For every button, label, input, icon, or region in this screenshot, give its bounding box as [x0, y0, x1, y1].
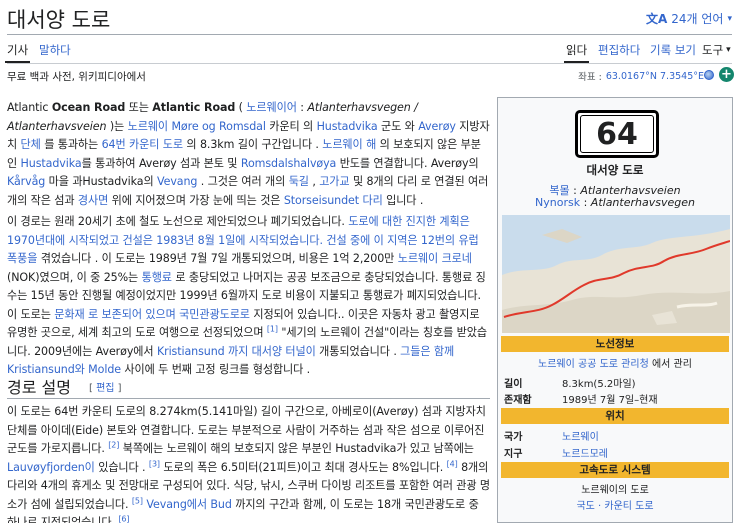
maintained-by: 노르웨이 공공 도로 관리청 에서 관리	[538, 359, 692, 370]
route-info-header: 노선정보	[501, 336, 729, 352]
chevron-down-icon: ▾	[727, 13, 732, 24]
link[interactable]: Kristiansund 까지 대서양 터널이	[157, 345, 316, 358]
globe-icon[interactable]	[704, 70, 714, 80]
tagline: 무료 백과 사전, 위키피디아에서	[7, 71, 146, 83]
link[interactable]: Vevang에서 Bud	[146, 498, 232, 511]
link[interactable]: Storseisundet 다리	[284, 194, 383, 207]
reference[interactable]: [3]	[149, 459, 160, 468]
link[interactable]: 고가교	[319, 175, 349, 188]
existed-value: 1989년 7월 7일–현재	[562, 395, 658, 406]
tab-talk[interactable]: 말하다	[39, 42, 71, 58]
reference[interactable]: [4]	[447, 459, 458, 468]
tab-history[interactable]: 기록 보기	[650, 42, 696, 58]
section-edit: [ 편집 ]	[89, 383, 122, 394]
language-selector[interactable]: 文A 24개 언어 ▾	[646, 10, 732, 27]
link[interactable]: Kårvåg	[7, 175, 45, 188]
history-paragraph: 이 경로는 원래 20세기 초에 철도 노선으로 제안되었으나 폐기되었습니다.…	[7, 215, 487, 376]
intro-paragraph: Atlantic Ocean Road 또는 Atlantic Road ( 노…	[7, 101, 490, 207]
title-divider	[7, 34, 732, 35]
infobox-alt-name: Nynorsk : Atlanterhavsvegen	[535, 196, 695, 209]
region-link[interactable]: 노르드모레	[562, 445, 608, 460]
reference[interactable]: [6]	[118, 514, 129, 523]
length-label: 길이	[504, 379, 523, 390]
tabs-row: 기사 말하다 읽다 편집하다 기록 보기 도구 ▾	[4, 42, 732, 63]
country-link[interactable]: 노르웨이	[562, 428, 599, 443]
highway-line-1: 노르웨이의 도로	[581, 485, 649, 496]
tabs-divider	[7, 63, 732, 64]
link[interactable]: Vevang	[157, 175, 197, 188]
maintainer-link[interactable]: 노르웨이 공공 도로 관리청	[538, 359, 649, 370]
link[interactable]: 노르웨이 해	[322, 138, 376, 151]
link[interactable]: 단체	[21, 138, 41, 151]
page-title: 대서양 도로	[7, 8, 111, 32]
add-icon[interactable]: +	[719, 67, 734, 82]
length-value: 8.3km(5.2마일)	[562, 379, 636, 390]
infobox-name: 대서양 도로	[586, 163, 644, 177]
infobox: 64 대서양 도로 복몰 : Atlanterhavsveien Nynorsk…	[497, 97, 733, 523]
reference[interactable]: [2]	[108, 440, 119, 449]
link[interactable]: 경사면	[78, 194, 108, 207]
translate-icon: 文A	[645, 12, 668, 26]
tab-read[interactable]: 읽다	[563, 42, 590, 63]
route-map[interactable]	[502, 215, 730, 333]
link[interactable]: 문화재 로 보존되어 있으며 국민관광도로로	[54, 308, 250, 321]
tab-edit[interactable]: 편집하다	[598, 42, 640, 58]
chevron-down-icon: ▾	[726, 45, 731, 55]
tools-menu[interactable]: 도구 ▾	[702, 42, 731, 58]
country-label: 국가	[504, 432, 523, 443]
coordinates: 좌표 : 63.0167°N 7.3545°E	[578, 69, 704, 84]
route-shield: 64	[575, 110, 659, 158]
section-title: 경로 설명	[7, 378, 71, 397]
article-body: Atlantic Ocean Road 또는 Atlantic Road ( 노…	[7, 99, 490, 383]
link[interactable]: Romsdalshalvøya	[241, 157, 337, 170]
link[interactable]: 노르웨이 Møre og Romsdal	[128, 120, 266, 133]
highway-system-header: 고속도로 시스템	[501, 462, 729, 478]
coordinates-label: 좌표 :	[578, 72, 602, 83]
reference[interactable]: [5]	[132, 496, 143, 505]
existed-label: 존재함	[504, 395, 532, 406]
link[interactable]: 통행료	[142, 271, 172, 284]
tools-label: 도구	[702, 43, 724, 57]
section-heading: 경로 설명 [ 편집 ]	[7, 373, 490, 399]
region-label: 지구	[504, 449, 523, 460]
link[interactable]: 둑길	[289, 175, 309, 188]
map-image	[502, 215, 730, 333]
language-link[interactable]: Nynorsk	[535, 196, 580, 209]
link[interactable]: Hustadvika	[21, 157, 82, 170]
location-header: 위치	[501, 408, 729, 424]
language-count: 24개 언어	[671, 12, 724, 26]
link[interactable]: 노르웨이 크로네	[398, 252, 472, 265]
coordinates-value[interactable]: 63.0167°N 7.3545°E	[606, 71, 704, 82]
reference[interactable]: [1]	[267, 324, 278, 333]
highway-line-2[interactable]: 국도 · 카운티 도로	[498, 497, 732, 512]
link[interactable]: 64번 카운티 도로	[102, 138, 184, 151]
section-edit-link[interactable]: 편집	[96, 383, 114, 394]
route-description: 이 도로는 64번 카운티 도로의 8.274km(5.141마일) 길이 구간…	[7, 403, 490, 523]
redlink[interactable]: Lauvøyfjorden이	[7, 461, 95, 474]
tab-article[interactable]: 기사	[4, 42, 31, 63]
route-paragraph: 이 도로는 64번 카운티 도로의 8.274km(5.141마일) 길이 구간…	[7, 405, 490, 523]
link[interactable]: Averøy	[418, 120, 456, 133]
title-row: 대서양 도로 文A 24개 언어 ▾	[7, 4, 732, 34]
link[interactable]: 노르웨이어	[246, 101, 297, 114]
link[interactable]: Hustadvika	[317, 120, 378, 133]
